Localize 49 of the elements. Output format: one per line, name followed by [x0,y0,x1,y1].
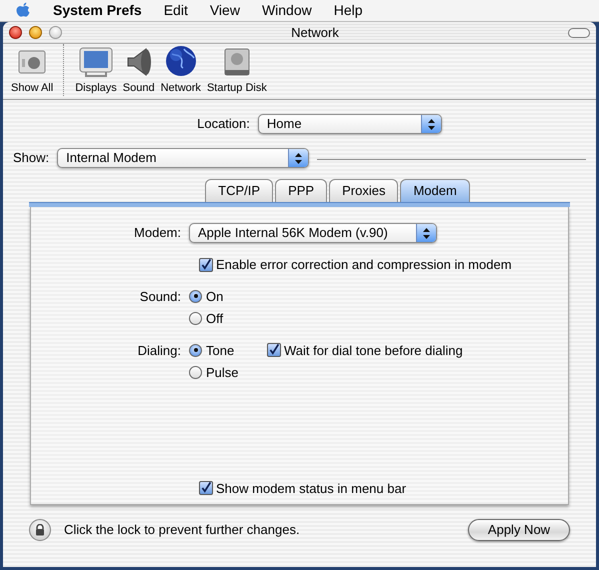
apply-now-button[interactable]: Apply Now [468,519,570,541]
minimize-button[interactable] [29,26,42,39]
checkbox[interactable] [267,343,281,358]
menu-item[interactable]: View [210,0,240,21]
tab[interactable]: Proxies [329,179,398,202]
toolbar-item-label[interactable]: Show All [11,80,54,96]
menu-item[interactable]: Edit [164,0,188,21]
window-title: Network [290,24,340,42]
lock-icon[interactable] [29,519,51,541]
checkbox[interactable] [199,481,213,496]
radio-button[interactable] [189,290,202,303]
close-button[interactable] [9,26,22,39]
location-popup[interactable]: Home [258,114,442,134]
menu-item[interactable]: Help [334,0,363,21]
checkbox-label: Wait for dial tone before dialing [284,342,463,360]
show-popup[interactable]: Internal Modem [57,148,310,168]
location-label: Location: [197,115,250,134]
radio-label: Pulse [206,364,239,382]
toolbar-toggle-button[interactable] [568,28,590,38]
radio-label: Off [206,310,224,328]
up-down-arrows-icon [295,152,302,164]
modem-popup[interactable]: Apple Internal 56K Modem (v.90) [189,223,437,243]
apple-logo-icon[interactable] [16,2,31,19]
toolbar-item-label[interactable]: Network [160,80,201,96]
app-menu[interactable]: System Prefs [53,0,142,21]
radio-label: On [206,288,224,306]
network-icon[interactable] [164,44,198,78]
radio-button[interactable] [189,366,202,380]
checkbox-label: Enable error correction and compression in modem [216,256,512,274]
checkbox[interactable] [199,258,213,272]
tab[interactable]: PPP [275,179,328,202]
show-label: Show: [13,149,50,168]
sound-label: Sound: [138,288,182,306]
checkbox-label: Show modem status in menu bar [216,480,406,498]
radio-label: Tone [206,342,234,360]
dialing-label: Dialing: [136,342,182,360]
radio-button[interactable] [189,344,202,357]
up-down-arrows-icon [428,118,435,130]
tab[interactable]: Modem [400,179,470,202]
up-down-arrows-icon [423,228,430,238]
toolbar-item-label[interactable]: Displays [75,80,117,96]
menu-item[interactable]: Window [262,0,312,21]
displays-icon[interactable] [78,46,114,78]
modem-label: Modem: [133,224,182,242]
tab[interactable]: TCP/IP [205,179,274,202]
toolbar-item-label[interactable]: Sound [122,80,155,96]
lock-hint-text: Click the lock to prevent further changes. [64,521,301,540]
toolbar-item-label[interactable]: Startup Disk [206,80,267,96]
radio-button[interactable] [189,312,202,326]
